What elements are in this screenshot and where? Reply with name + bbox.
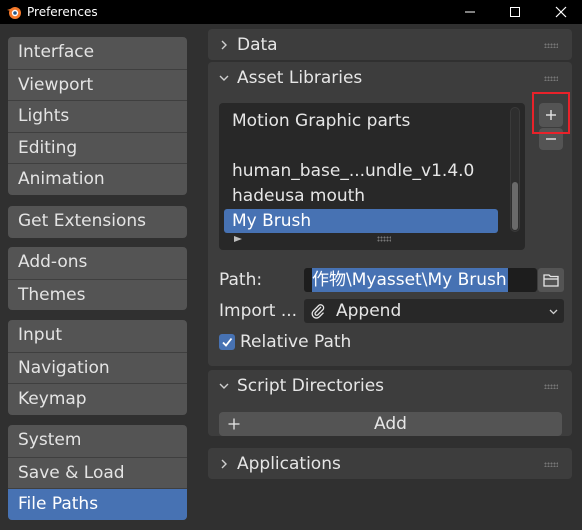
asset-libraries-section: Asset Libraries Motion Graphic parts hum… [208, 62, 572, 366]
import-method-select[interactable]: Append [304, 299, 564, 323]
sidebar-item-animation[interactable]: Animation [8, 163, 187, 195]
list-item[interactable]: human_base_...undle_v1.4.0 [224, 159, 498, 183]
window-title: Preferences [27, 5, 98, 19]
sidebar-item-interface[interactable]: Interface [8, 37, 187, 69]
script-directories-header[interactable]: Script Directories [208, 370, 572, 401]
plus-icon [228, 418, 240, 430]
path-label: Path: [219, 270, 263, 290]
sidebar-item-navigation[interactable]: Navigation [8, 351, 187, 384]
add-button-label: Add [374, 414, 407, 434]
applications-title: Applications [237, 453, 341, 474]
sidebar-item-viewport[interactable]: Viewport [8, 68, 187, 101]
close-button[interactable] [538, 0, 582, 24]
sidebar-item-editing[interactable]: Editing [8, 131, 187, 164]
chevron-down-icon [219, 75, 229, 81]
minimize-button[interactable] [447, 0, 493, 24]
minus-icon [546, 138, 556, 140]
sidebar-item-save-load[interactable]: Save & Load [8, 456, 187, 489]
chevron-down-icon [549, 309, 558, 315]
close-icon [555, 6, 567, 18]
drag-handle-icon[interactable] [544, 384, 558, 389]
sidebar-item-system[interactable]: System [8, 425, 187, 457]
drag-handle-icon[interactable] [544, 462, 558, 467]
relative-path-label[interactable]: Relative Path [240, 332, 351, 352]
blender-logo-icon [7, 7, 21, 19]
data-section-header[interactable]: Data [208, 29, 572, 60]
list-item-selected[interactable]: My Brush [224, 209, 498, 233]
maximize-button[interactable] [492, 0, 538, 24]
data-section-title: Data [237, 34, 278, 55]
script-directories-title: Script Directories [237, 375, 385, 396]
sidebar-item-get-extensions[interactable]: Get Extensions [8, 206, 187, 238]
list-scrollbar[interactable] [510, 107, 520, 232]
plus-icon [546, 110, 556, 120]
nav-group-addons: Add-ons Themes [8, 247, 187, 310]
add-library-button[interactable] [539, 103, 563, 127]
add-script-directory-button[interactable]: Add [219, 412, 562, 436]
list-item[interactable]: hadeusa mouth [224, 184, 498, 208]
chevron-right-icon [221, 459, 227, 468]
checkmark-icon [222, 337, 233, 347]
list-resize-grip[interactable] [377, 236, 391, 242]
sidebar-item-lights[interactable]: Lights [8, 100, 187, 132]
minimize-icon [465, 11, 475, 13]
relative-path-checkbox[interactable] [219, 334, 235, 350]
path-input[interactable]: 作物\Myasset\My Brush [304, 268, 537, 292]
sidebar-item-input[interactable]: Input [8, 320, 187, 352]
list-item[interactable]: Motion Graphic parts [224, 109, 498, 133]
asset-libraries-header[interactable]: Asset Libraries [208, 62, 572, 93]
data-section: Data [208, 29, 572, 60]
asset-libraries-title: Asset Libraries [237, 67, 363, 88]
chevron-down-icon [219, 383, 229, 389]
title-bar: Preferences [0, 0, 582, 24]
browse-folder-button[interactable] [538, 268, 564, 292]
import-method-label: Import ... [219, 301, 298, 321]
applications-header[interactable]: Applications [208, 448, 572, 479]
script-directories-section: Script Directories Add [208, 370, 572, 436]
sidebar-item-add-ons[interactable]: Add-ons [8, 247, 187, 279]
expand-arrow-icon[interactable] [233, 234, 243, 244]
sidebar-item-themes[interactable]: Themes [8, 278, 187, 311]
folder-icon [543, 274, 559, 287]
applications-section: Applications [208, 448, 572, 479]
sidebar-item-file-paths[interactable]: File Paths [8, 488, 187, 520]
file-paths-panel: Data Asset Libraries Motion Graphic part… [197, 24, 582, 530]
nav-group-input: Input Navigation Keymap [8, 320, 187, 415]
drag-handle-icon[interactable] [544, 43, 558, 48]
nav-group-system: System Save & Load File Paths [8, 425, 187, 520]
nav-group-extensions: Get Extensions [8, 206, 187, 238]
scrollbar-thumb[interactable] [512, 182, 518, 230]
asset-library-list[interactable]: Motion Graphic parts human_base_...undle… [219, 103, 525, 250]
preferences-sidebar: Interface Viewport Lights Editing Animat… [0, 24, 197, 530]
path-input-value: 作物\Myasset\My Brush [312, 268, 508, 292]
maximize-icon [510, 7, 520, 17]
import-method-value: Append [336, 301, 402, 321]
remove-library-button[interactable] [539, 128, 563, 150]
chevron-right-icon [221, 40, 227, 49]
nav-group-display: Interface Viewport Lights Editing Animat… [8, 37, 187, 195]
paperclip-icon [311, 304, 325, 319]
sidebar-item-keymap[interactable]: Keymap [8, 383, 187, 415]
drag-handle-icon[interactable] [544, 76, 558, 81]
